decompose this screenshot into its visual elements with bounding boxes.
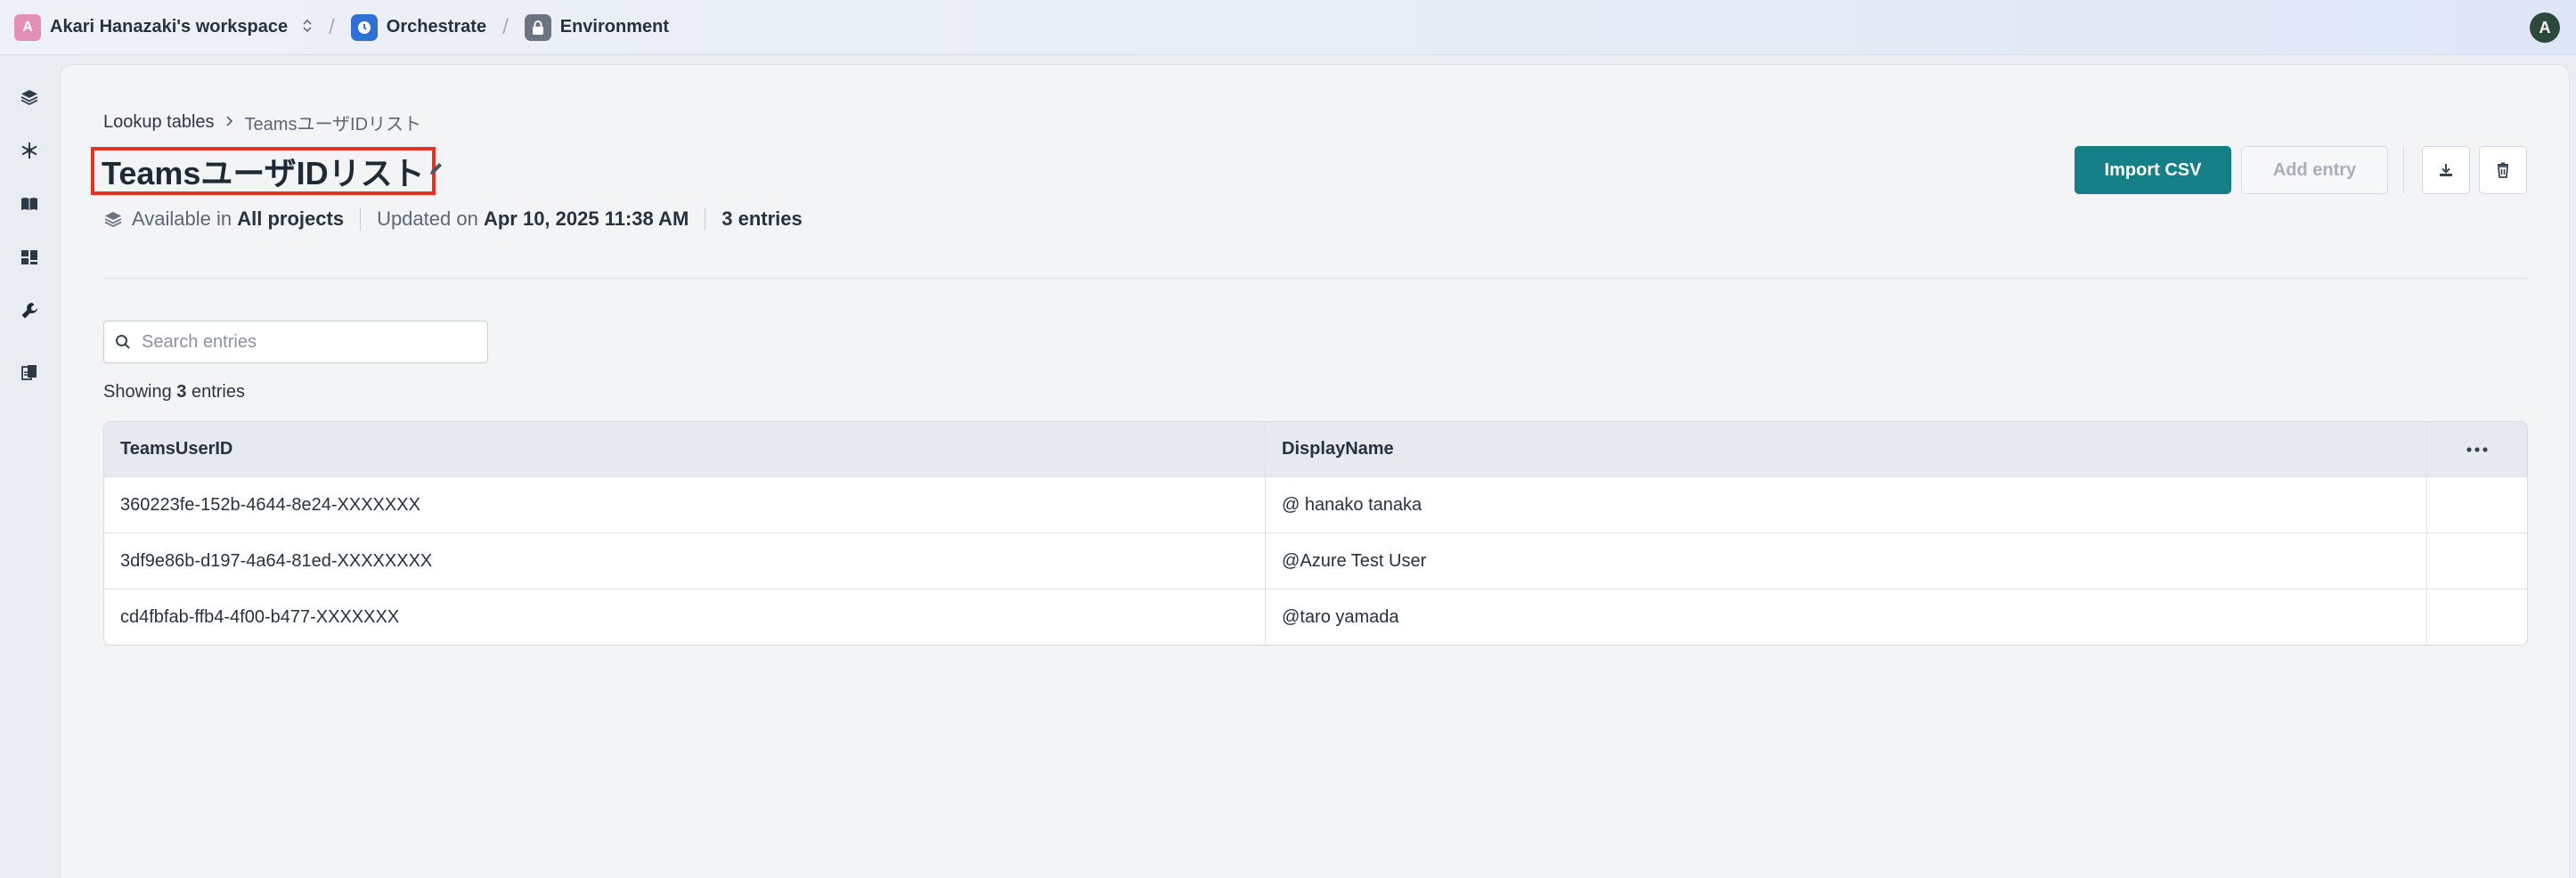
workspace-name: Akari Hanazaki's workspace xyxy=(50,17,289,37)
row-actions-cell xyxy=(2427,477,2527,532)
user-avatar[interactable]: A xyxy=(2530,12,2560,43)
left-nav xyxy=(0,55,59,878)
column-options-button[interactable] xyxy=(2427,422,2527,476)
cell-teamsuserid: 3df9e86b-d197-4a64-81ed-XXXXXXXX xyxy=(104,533,1267,589)
showing-number: 3 xyxy=(176,382,187,402)
wrench-icon[interactable] xyxy=(18,299,41,322)
table-meta: Available in All projects Updated on Apr… xyxy=(103,207,803,231)
chevron-right-icon xyxy=(225,112,234,133)
trash-icon xyxy=(2494,161,2512,179)
environment-name: Environment xyxy=(559,17,669,37)
add-entry-button[interactable]: Add entry xyxy=(2241,146,2388,194)
orchestrate-icon xyxy=(350,13,378,41)
table-row[interactable]: cd4fbfab-ffb4-4f00-b477-XXXXXXX @taro ya… xyxy=(104,589,2527,645)
breadcrumb-separator: / xyxy=(329,14,335,39)
row-actions-cell xyxy=(2427,589,2527,645)
breadcrumb-lookup-tables[interactable]: Lookup tables xyxy=(103,112,215,133)
import-csv-button[interactable]: Import CSV xyxy=(2075,146,2231,194)
table-header-row: TeamsUserID DisplayName xyxy=(104,422,2527,477)
cell-teamsuserid: cd4fbfab-ffb4-4f00-b477-XXXXXXX xyxy=(104,589,1267,645)
main-panel: Lookup tables TeamsユーザIDリスト TeamsユーザIDリス… xyxy=(60,64,2570,878)
entries-count: 3 entries xyxy=(721,207,803,230)
title-highlight: TeamsユーザIDリスト xyxy=(91,147,436,195)
breadcrumb-separator: / xyxy=(502,14,509,39)
chevron-updown-icon xyxy=(302,18,313,37)
divider xyxy=(2403,147,2404,193)
showing-prefix: Showing xyxy=(103,382,172,402)
edit-pencil-icon[interactable] xyxy=(428,159,445,182)
column-header-displayname[interactable]: DisplayName xyxy=(1266,422,2428,476)
column-header-teamsuserid[interactable]: TeamsUserID xyxy=(104,422,1267,476)
section-divider xyxy=(103,278,2528,279)
updated-label: Updated on xyxy=(377,207,478,230)
cell-displayname: @Azure Test User xyxy=(1266,533,2428,589)
book-icon[interactable] xyxy=(18,192,41,215)
delete-button[interactable] xyxy=(2479,146,2527,194)
table-row[interactable]: 3df9e86b-d197-4a64-81ed-XXXXXXXX @Azure … xyxy=(104,533,2527,589)
table-row[interactable]: 360223fe-152b-4644-8e24-XXXXXXX @ hanako… xyxy=(104,477,2527,533)
snowflake-icon[interactable] xyxy=(18,139,41,162)
entries-table: TeamsUserID DisplayName 360223fe-152b-46… xyxy=(103,421,2528,646)
cell-displayname: @taro yamada xyxy=(1266,589,2428,645)
cell-teamsuserid: 360223fe-152b-4644-8e24-XXXXXXX xyxy=(104,477,1267,532)
updated-value: Apr 10, 2025 11:38 AM xyxy=(483,207,689,230)
showing-count: Showing 3 entries xyxy=(103,382,245,402)
product-name: Orchestrate xyxy=(386,17,487,37)
documents-icon[interactable] xyxy=(18,362,41,385)
lock-icon xyxy=(524,13,551,41)
breadcrumb: Lookup tables TeamsユーザIDリスト xyxy=(103,110,421,135)
cell-displayname: @ hanako tanaka xyxy=(1266,477,2428,532)
top-bar: A Akari Hanazaki's workspace / Orchestra… xyxy=(0,0,2576,55)
row-actions-cell xyxy=(2427,533,2527,589)
search-icon xyxy=(115,334,131,350)
search-box[interactable] xyxy=(103,321,488,363)
download-button[interactable] xyxy=(2422,146,2470,194)
product-link-orchestrate[interactable]: Orchestrate xyxy=(350,13,487,41)
showing-suffix: entries xyxy=(191,382,245,402)
workspace-switcher[interactable]: A Akari Hanazaki's workspace xyxy=(14,13,313,41)
breadcrumb-current: TeamsユーザIDリスト xyxy=(244,115,422,134)
availability-label: Available in xyxy=(132,207,232,230)
download-icon xyxy=(2437,161,2455,179)
availability-value: All projects xyxy=(237,207,345,230)
search-input[interactable] xyxy=(142,331,462,353)
layers-icon[interactable] xyxy=(18,85,41,109)
environment-link[interactable]: Environment xyxy=(524,13,669,41)
page-title: TeamsユーザIDリスト xyxy=(102,155,425,191)
divider xyxy=(360,207,362,231)
workspace-avatar: A xyxy=(14,13,41,41)
dashboard-icon[interactable] xyxy=(18,246,41,269)
more-horizontal-icon xyxy=(2466,446,2489,453)
layers-icon xyxy=(103,209,123,229)
